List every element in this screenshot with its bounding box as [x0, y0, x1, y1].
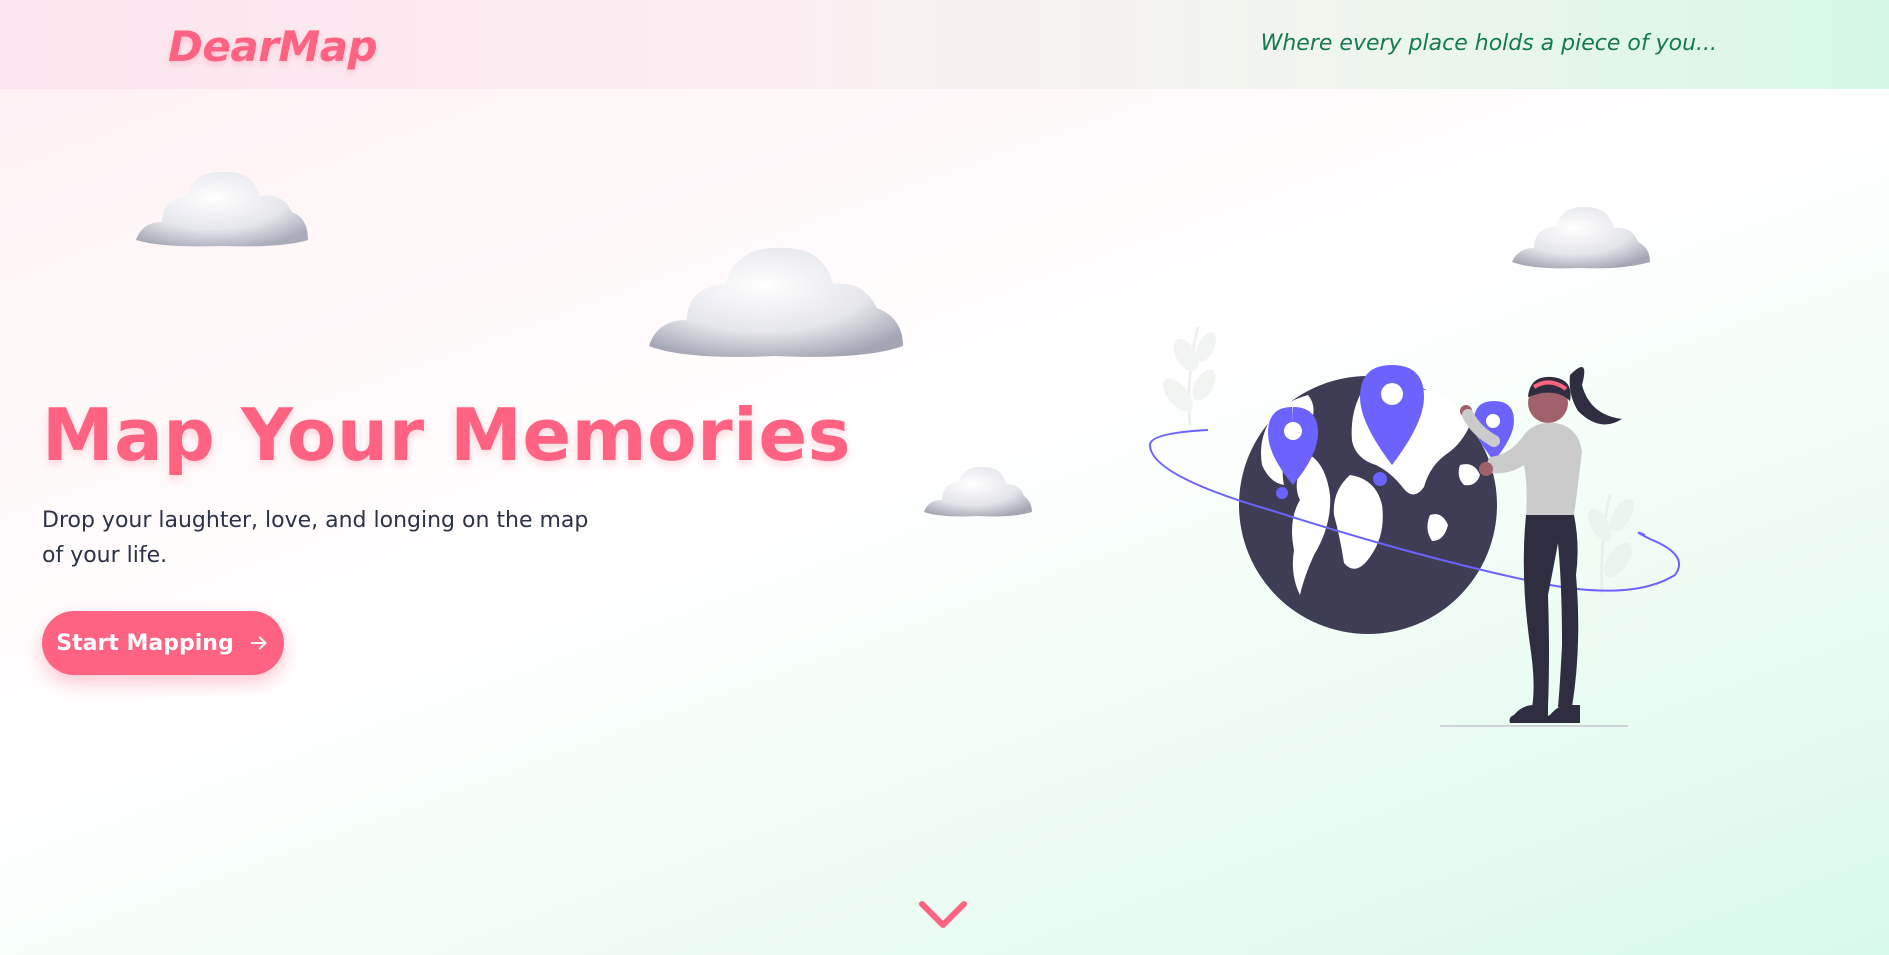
plant-right-icon [1588, 494, 1634, 596]
plant-left-icon [1163, 326, 1216, 426]
woman-with-globe-illustration [1149, 326, 1681, 727]
hero-title: Map Your Memories [42, 393, 852, 477]
cloud-icon [136, 171, 308, 247]
cloud-icon [924, 466, 1032, 517]
start-mapping-label: Start Mapping [56, 630, 234, 656]
start-mapping-button[interactable]: Start Mapping [42, 611, 284, 675]
cloud-icon [1512, 206, 1650, 269]
hero-subtitle: Drop your laughter, love, and longing on… [42, 508, 589, 568]
cloud-icon [649, 247, 903, 357]
logo[interactable]: DearMap [168, 22, 378, 71]
top-bar: DearMap Where every place holds a piece … [0, 0, 1889, 89]
chevron-down-icon[interactable] [917, 898, 969, 932]
arrow-right-icon [250, 636, 267, 650]
tagline: Where every place holds a piece of you..… [1260, 31, 1717, 56]
